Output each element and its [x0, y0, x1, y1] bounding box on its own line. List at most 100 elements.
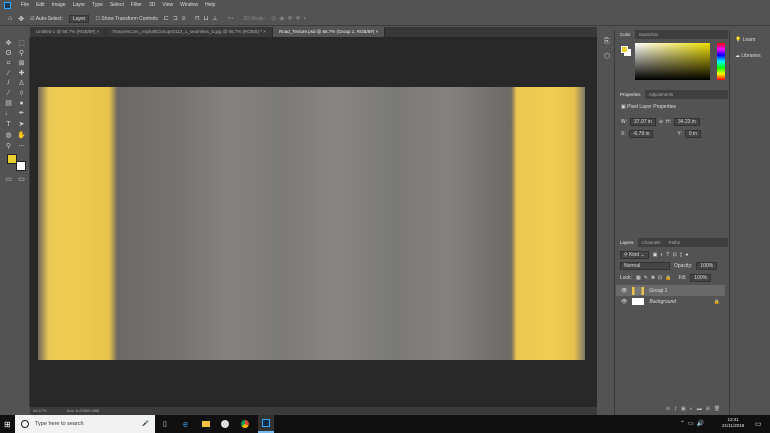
notifications-icon[interactable]: ▭: [755, 420, 762, 428]
menu-layer[interactable]: Layer: [73, 2, 86, 8]
tab-road-texture[interactable]: Road_Texture.psd @ 66.7% (Group 1, RGB/8…: [272, 27, 386, 37]
tab-asphalt[interactable]: TexturesCom_AsphaltClosups0113_1_seamles…: [106, 27, 273, 37]
history-brush-icon[interactable]: ⁄: [4, 89, 13, 98]
opacity-input[interactable]: 100%: [696, 262, 718, 270]
visibility-eye-icon[interactable]: 👁: [621, 299, 627, 305]
gradient-icon[interactable]: ▤: [4, 99, 13, 108]
eyedropper-icon[interactable]: ⁄: [4, 69, 13, 78]
fg-color-chip[interactable]: [621, 46, 628, 53]
history-icon[interactable]: ⎘: [604, 38, 610, 46]
eraser-icon[interactable]: ◊: [17, 89, 26, 98]
file-explorer-icon[interactable]: [202, 421, 210, 427]
tab-color[interactable]: Color: [616, 30, 635, 39]
tab-channels[interactable]: Channels: [638, 238, 665, 247]
healing-brush-icon[interactable]: ✚: [17, 69, 26, 78]
blur-icon[interactable]: ●: [17, 99, 26, 108]
tab-untitled[interactable]: Untitled-1 @ 66.7% (RGB/8#) ×: [30, 27, 107, 37]
tab-layers[interactable]: Layers: [616, 238, 638, 247]
shape-tool-icon[interactable]: ◍: [4, 131, 13, 140]
menu-image[interactable]: Image: [52, 2, 66, 8]
frame-tool-icon[interactable]: ⊠: [17, 59, 26, 68]
fill-label: Fill:: [678, 275, 687, 281]
path-select-icon[interactable]: ➤: [17, 120, 26, 129]
menu-file[interactable]: File: [21, 2, 29, 8]
hue-slider[interactable]: [717, 43, 725, 80]
photoshop-logo: [4, 1, 11, 9]
menu-select[interactable]: Select: [110, 2, 124, 8]
screen-mode-icon[interactable]: ▭: [17, 175, 26, 184]
stamp-tool-icon[interactable]: ♙: [17, 79, 26, 88]
start-button[interactable]: ⊞: [4, 420, 11, 429]
edge-icon[interactable]: e: [183, 419, 188, 429]
libraries-button[interactable]: ☁ Libraries: [735, 53, 761, 59]
tab-swatches[interactable]: Swatches: [635, 30, 663, 39]
lasso-tool-icon[interactable]: ʘ: [4, 49, 13, 58]
task-view-icon[interactable]: ▯: [163, 420, 167, 428]
auto-select-checkbox[interactable]: ☑ Auto-Select:: [30, 16, 63, 22]
properties-tabs: Properties Adjustments: [616, 90, 728, 99]
magic-wand-icon[interactable]: ⚲: [17, 49, 26, 58]
color-field[interactable]: [635, 43, 710, 80]
more-tools-icon[interactable]: ⋯: [17, 142, 26, 151]
show-transform-checkbox[interactable]: ☐ Show Transform Controls: [95, 16, 157, 22]
move-tool-icon[interactable]: ✥: [4, 39, 13, 48]
width-input[interactable]: 37.97 in: [630, 118, 656, 126]
brush-tool-icon[interactable]: /: [4, 79, 13, 88]
menu-filter[interactable]: Filter: [131, 2, 142, 8]
hand-tool-icon[interactable]: ✋: [17, 131, 26, 140]
fill-input[interactable]: 100%: [690, 274, 712, 282]
x-input[interactable]: -6.79 in: [628, 130, 654, 138]
quick-mask-icon[interactable]: ▭: [4, 175, 13, 184]
menu-help[interactable]: Help: [205, 2, 215, 8]
layer-thumbnail: [632, 286, 645, 295]
learn-button[interactable]: 💡 Learn: [735, 37, 755, 43]
layer-row-group-1[interactable]: 👁 Group 1: [616, 285, 725, 296]
layer-filter-select[interactable]: ⚲ Kind ⌄: [620, 251, 649, 259]
taskbar-search-input[interactable]: Type here to search 🎤: [15, 415, 155, 433]
filter-icons[interactable]: ▣◐T⊡▯●: [653, 252, 692, 258]
road-texture-document[interactable]: [38, 87, 585, 360]
auto-select-label: Auto-Select:: [35, 15, 63, 22]
unreal-engine-icon[interactable]: [221, 420, 229, 428]
menu-edit[interactable]: Edit: [36, 2, 45, 8]
menu-view[interactable]: View: [162, 2, 173, 8]
pixel-layer-icon: ▣: [621, 104, 626, 110]
panel-icon-column: ⎘ ⬡: [600, 30, 615, 415]
pen-tool-icon[interactable]: ✒: [17, 109, 26, 118]
tab-adjustments[interactable]: Adjustments: [645, 90, 678, 99]
document-tabs: Untitled-1 @ 66.7% (RGB/8#) × TexturesCo…: [30, 27, 597, 37]
visibility-eye-icon[interactable]: 👁: [621, 288, 627, 294]
align-icons[interactable]: ⊏⊐≡ ⊓⊔⊥ ⋯: [164, 15, 237, 22]
libraries-icon: ☁: [735, 53, 740, 59]
menu-type[interactable]: Type: [92, 2, 103, 8]
dodge-icon[interactable]: ♩: [4, 109, 13, 118]
y-input[interactable]: 0 in: [684, 130, 701, 138]
layer-name: Group 1: [649, 287, 668, 294]
chrome-icon[interactable]: [241, 420, 249, 428]
link-icon[interactable]: ⊖: [659, 119, 663, 125]
layer-actions[interactable]: ⊖ƒ▣◐▬⊞🗑: [666, 406, 724, 412]
height-input[interactable]: 34.23 in: [674, 118, 700, 126]
menu-3d[interactable]: 3D: [149, 2, 155, 8]
crop-tool-icon[interactable]: ⌗: [4, 59, 13, 68]
type-tool-icon[interactable]: T: [4, 120, 13, 129]
clock-date[interactable]: 21/11/2019: [722, 423, 744, 429]
tray-icons[interactable]: ⌃▭🔊: [680, 420, 707, 427]
home-icon[interactable]: ⌂: [8, 15, 12, 22]
background-color-swatch[interactable]: [7, 154, 17, 164]
tab-paths[interactable]: Paths: [665, 238, 685, 247]
foreground-color-swatch[interactable]: [16, 161, 26, 171]
zoom-tool-icon[interactable]: ⚲: [4, 142, 13, 151]
layer-row-background[interactable]: 👁 Background 🔒: [616, 296, 725, 307]
marquee-tool-icon[interactable]: ⬚: [17, 39, 26, 48]
tab-properties[interactable]: Properties: [616, 90, 645, 99]
3d-icon[interactable]: ⬡: [604, 52, 610, 60]
layer-select[interactable]: Layer: [68, 14, 90, 23]
photoshop-taskbar-icon[interactable]: [258, 415, 274, 433]
move-tool-icon[interactable]: ✥: [18, 15, 24, 23]
menu-window[interactable]: Window: [180, 2, 198, 8]
zoom-level[interactable]: 66.67%: [33, 407, 47, 415]
blend-mode-select[interactable]: Normal: [620, 262, 670, 270]
microphone-icon[interactable]: 🎤: [142, 415, 149, 433]
lock-icons[interactable]: ▦✎✥⊡🔒: [636, 275, 675, 281]
